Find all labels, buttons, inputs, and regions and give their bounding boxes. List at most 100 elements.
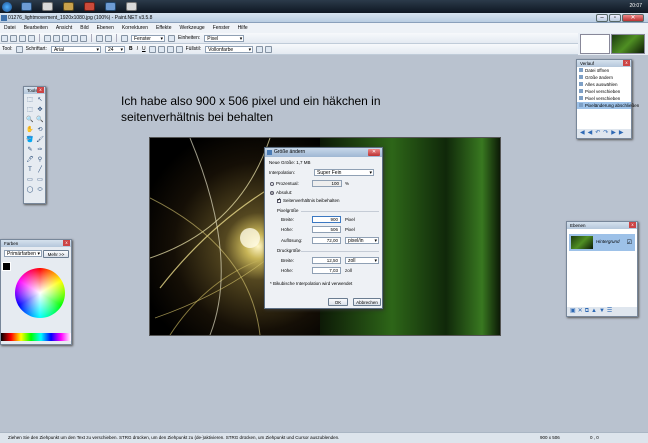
layer-down-icon[interactable]: ▼ — [599, 308, 607, 314]
menu-2[interactable]: Ansicht — [56, 25, 72, 31]
align-center-icon[interactable] — [166, 45, 174, 53]
menu-0[interactable]: Datei — [4, 25, 16, 31]
tool-icon-0[interactable]: ⬚ — [26, 96, 34, 104]
print-icon[interactable] — [28, 34, 35, 42]
tool-icon-14[interactable]: T — [26, 166, 34, 174]
history-item[interactable]: Pixel verschieben — [577, 88, 631, 95]
tool-icon-18[interactable]: ◯ — [26, 186, 34, 194]
tool-icon-5[interactable]: 🔍 — [36, 116, 44, 124]
copy-icon[interactable] — [53, 34, 60, 42]
more-colors-button[interactable]: Mehr >> — [43, 250, 69, 258]
tool-icon-17[interactable]: ▭ — [36, 176, 44, 184]
colors-close-button[interactable]: x — [63, 240, 70, 246]
color-mode-select[interactable]: Primärfarben — [4, 250, 42, 257]
align-left-icon[interactable] — [157, 45, 165, 53]
tool-icon-3[interactable]: ✥ — [36, 106, 44, 114]
layer-up-icon[interactable]: ▲ — [591, 308, 599, 314]
fill-select[interactable]: Vollonfarbe — [205, 45, 254, 53]
cancel-button[interactable]: Abbrechen — [353, 298, 381, 306]
grid-icon[interactable] — [121, 34, 128, 42]
history-item[interactable]: Datei öffnen — [577, 67, 631, 74]
resolution-unit-select[interactable]: pixel/in — [345, 237, 379, 244]
tools-close-button[interactable]: x — [37, 87, 44, 93]
maximize-button[interactable]: ▫ — [609, 14, 621, 22]
tool-icon-11[interactable]: ✑ — [36, 146, 44, 154]
width-input[interactable]: 900 — [312, 216, 341, 223]
tool-icon-13[interactable]: ⚲ — [36, 156, 44, 164]
color-wheel[interactable] — [15, 268, 65, 318]
minimize-button[interactable]: – — [596, 14, 608, 22]
tool-icon-4[interactable]: 🔍 — [26, 116, 34, 124]
tool-icon-16[interactable]: ▭ — [26, 176, 34, 184]
menu-8[interactable]: Fenster — [213, 25, 230, 31]
app-icon[interactable] — [126, 2, 137, 11]
align-right-icon[interactable] — [175, 45, 183, 53]
units-select[interactable]: Pixel — [204, 34, 245, 42]
layer-row[interactable]: Hintergrund ☑ — [569, 234, 635, 251]
paste-icon[interactable] — [62, 34, 69, 42]
tool-icon-2[interactable]: ⬚ — [26, 106, 34, 114]
paintnet-taskbar-icon[interactable] — [105, 2, 116, 11]
keep-ratio-checkbox[interactable] — [277, 197, 281, 203]
undo-icon[interactable] — [96, 34, 103, 42]
save-icon[interactable] — [19, 34, 26, 42]
history-last-icon[interactable]: ▶▶ — [611, 130, 626, 136]
menu-6[interactable]: Effekte — [156, 25, 171, 31]
deselect-icon[interactable] — [80, 34, 87, 42]
tool-icon-7[interactable]: ⟲ — [36, 126, 44, 134]
new-icon[interactable] — [1, 34, 8, 42]
absolute-radio[interactable] — [270, 191, 274, 195]
resolution-input[interactable]: 72,00 — [312, 237, 341, 244]
ok-button[interactable]: OK — [328, 298, 348, 306]
primary-color-swatch[interactable] — [2, 262, 11, 271]
history-close-button[interactable]: x — [623, 60, 630, 66]
history-item[interactable]: Pixel verschieben — [577, 95, 631, 102]
print-height-input[interactable]: 7,03 — [312, 267, 341, 274]
cut-icon[interactable] — [44, 34, 51, 42]
tool-icon-15[interactable]: ╱ — [36, 166, 44, 174]
interpolation-select[interactable]: Super Fein — [314, 169, 374, 176]
font-select[interactable]: Arial — [50, 45, 101, 53]
open-icon[interactable] — [10, 34, 17, 42]
ruler-icon[interactable] — [168, 34, 175, 42]
tool-icon-12[interactable]: 🖊 — [26, 156, 34, 164]
folder-icon[interactable] — [63, 2, 74, 11]
menu-1[interactable]: Bearbeiten — [24, 25, 48, 31]
percent-input[interactable]: 100 — [312, 180, 342, 187]
menu-5[interactable]: Korrekturen — [122, 25, 148, 31]
bold-button[interactable]: B — [129, 46, 133, 52]
blend-icon[interactable] — [265, 45, 273, 53]
dialog-close-button[interactable]: ✕ — [368, 149, 380, 156]
strike-icon[interactable] — [148, 45, 156, 53]
tool-icon-10[interactable]: ✎ — [26, 146, 34, 154]
print-width-input[interactable]: 12,50 — [312, 257, 341, 264]
ie-icon[interactable] — [21, 2, 32, 11]
history-first-icon[interactable]: ◀◀ — [580, 130, 595, 136]
redo-icon[interactable] — [105, 34, 112, 42]
tool-icon-9[interactable]: 🖌 — [36, 136, 44, 144]
close-button[interactable]: ✕ — [622, 14, 644, 22]
underline-button[interactable]: U — [142, 46, 146, 52]
tool-icon-1[interactable]: ↖ — [36, 96, 44, 104]
add-layer-icon[interactable]: ▣ — [570, 308, 578, 314]
media-icon[interactable] — [84, 2, 95, 11]
explorer-icon[interactable] — [42, 2, 53, 11]
tool-icon-19[interactable]: ⬭ — [36, 186, 44, 194]
menu-4[interactable]: Ebenen — [97, 25, 114, 31]
size-select[interactable]: 24 — [104, 45, 125, 53]
layers-close-button[interactable]: x — [629, 222, 636, 228]
delete-layer-icon[interactable]: ✕ — [578, 308, 585, 314]
start-button[interactable] — [2, 1, 12, 12]
menu-7[interactable]: Werkzeuge — [179, 25, 204, 31]
history-item[interactable]: Alles auswählen — [577, 81, 631, 88]
history-item[interactable]: Pixeländerung abschließen — [577, 102, 639, 109]
crop-icon[interactable] — [71, 34, 78, 42]
print-unit-select[interactable]: zoll — [345, 257, 379, 264]
layer-visible-checkbox[interactable]: ☑ — [627, 239, 632, 246]
tool-icon-8[interactable]: 🪣 — [26, 136, 34, 144]
text-tool-icon[interactable] — [15, 45, 23, 53]
window-select[interactable]: Fenster — [131, 34, 165, 42]
tool-icon-6[interactable]: ✋ — [26, 126, 34, 134]
height-input[interactable]: 506 — [312, 226, 341, 233]
image-thumbnail-active[interactable] — [611, 34, 645, 54]
